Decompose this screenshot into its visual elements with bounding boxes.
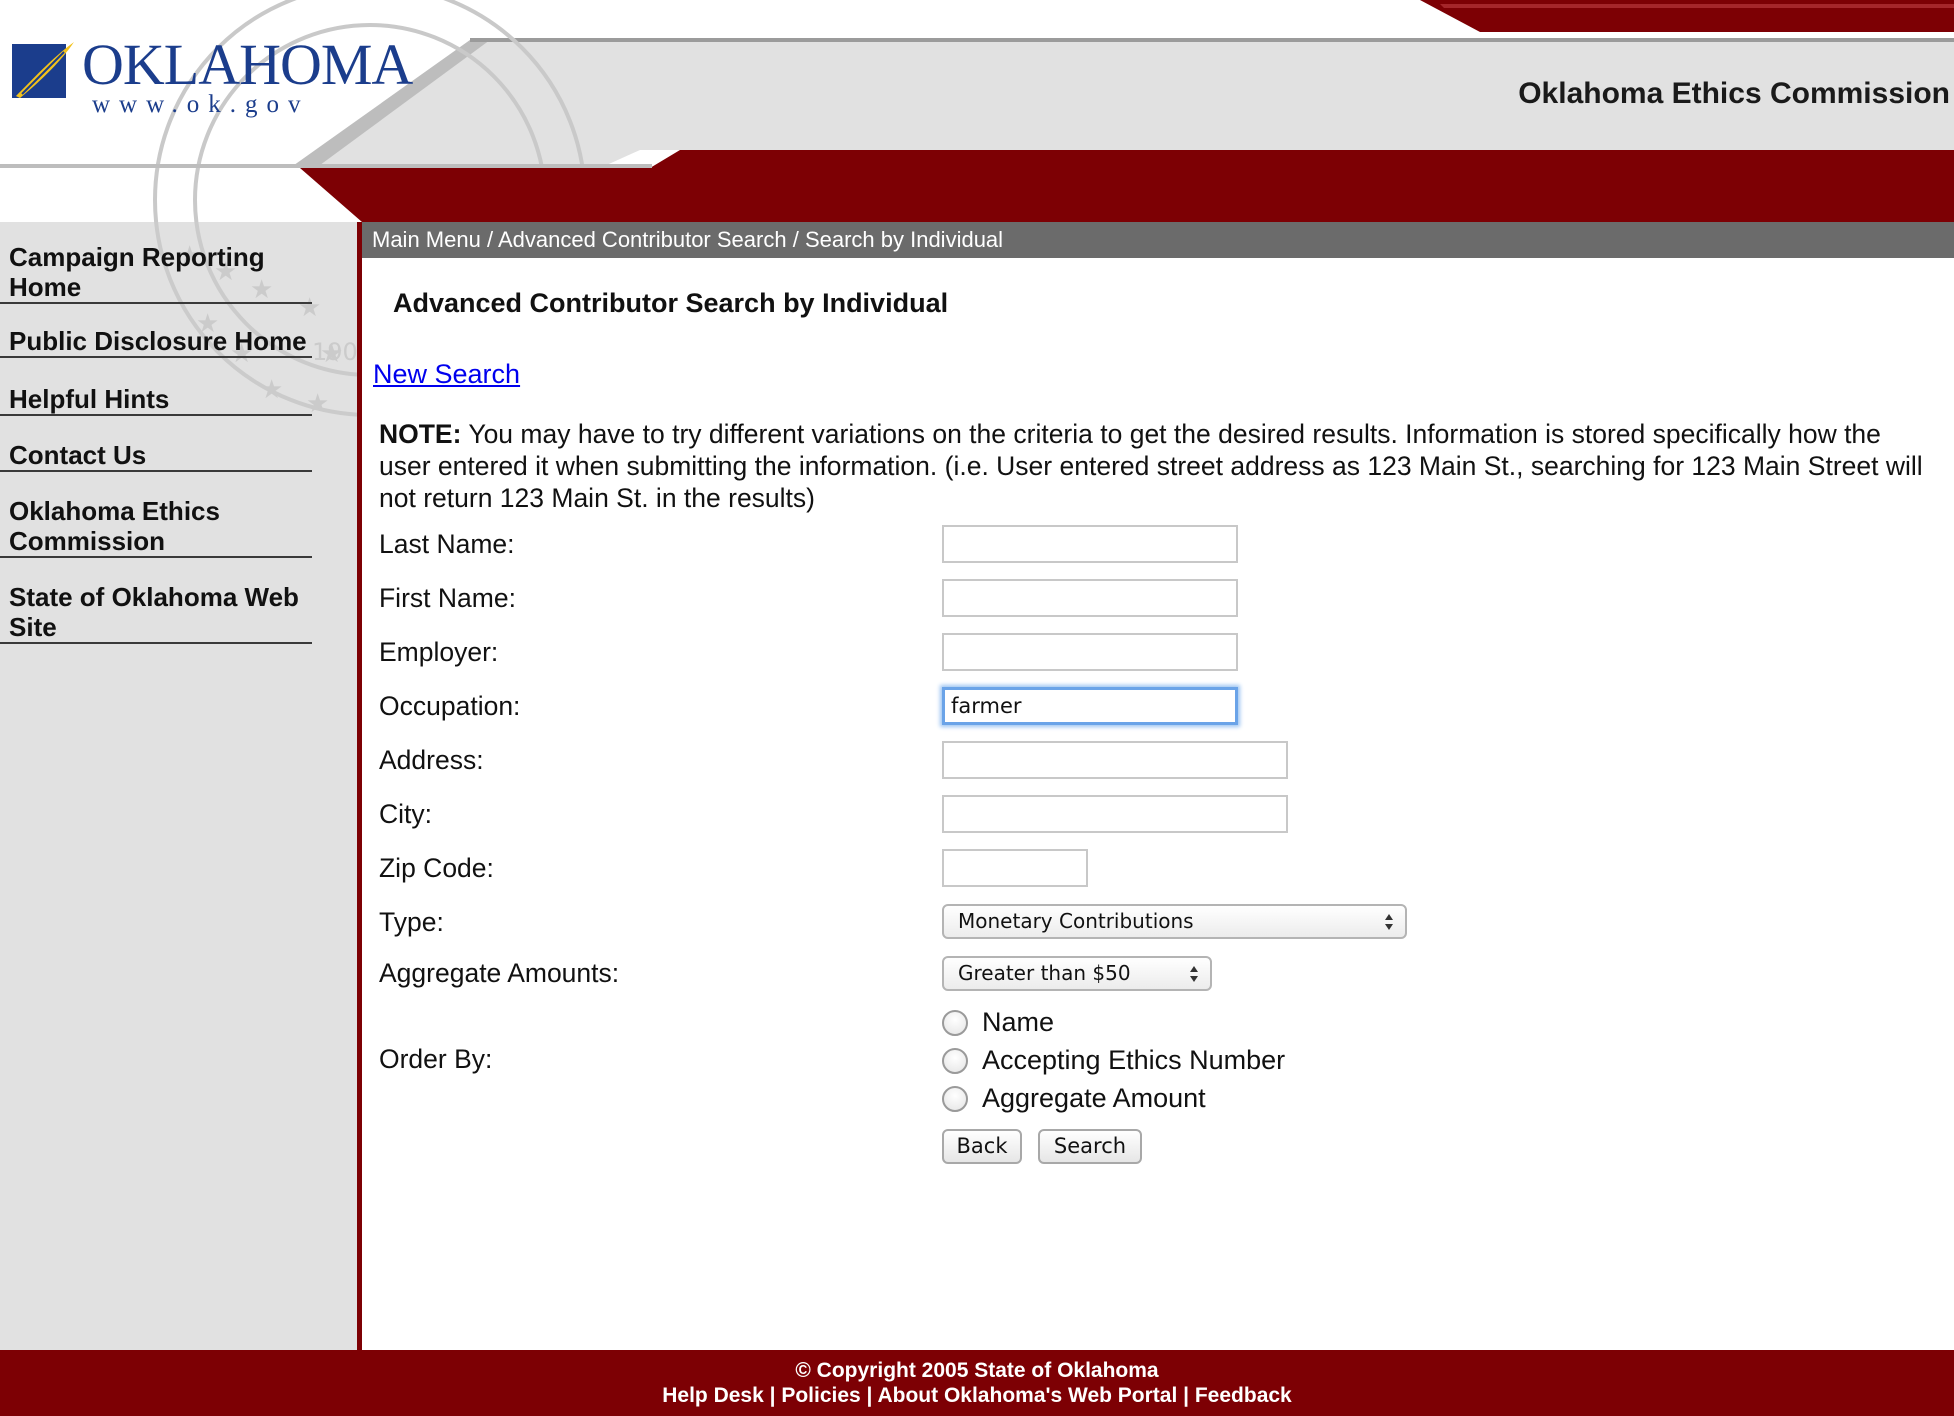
footer-separator: | [763,1384,782,1407]
note-label: NOTE: [379,419,462,449]
new-search-link[interactable]: New Search [373,359,520,390]
site-header: OKLAHOMA www.ok.gov Oklahoma Ethics Comm… [0,0,1954,222]
last-name-label: Last Name: [379,529,515,559]
radio-button-icon[interactable] [942,1048,968,1074]
radio-button-icon[interactable] [942,1010,968,1036]
search-button[interactable]: Search [1038,1129,1142,1164]
radio-button-icon[interactable] [942,1086,968,1112]
sidebar-item-contact-us[interactable]: Contact Us [0,436,312,472]
logo-wordmark: OKLAHOMA [82,32,413,97]
note-text: You may have to try different variations… [379,419,1923,513]
aggregate-amounts-select[interactable]: Greater than $50 [942,956,1212,991]
type-label: Type: [379,907,444,937]
city-label: City: [379,799,432,829]
svg-text:190: 190 [312,338,357,366]
occupation-label: Occupation: [379,691,521,721]
select-arrows-icon [1190,966,1198,982]
first-name-label: First Name: [379,583,516,613]
order-by-accepting-ethics-number-radio[interactable]: Accepting Ethics Number [942,1044,1342,1076]
first-name-field[interactable] [942,579,1238,617]
site-title: Oklahoma Ethics Commission [1518,77,1950,110]
last-name-field[interactable] [942,525,1238,563]
aggregate-amounts-label: Aggregate Amounts: [379,958,620,988]
type-select[interactable]: Monetary Contributions [942,904,1407,939]
type-select-value: Monetary Contributions [958,909,1194,933]
radio-label: Accepting Ethics Number [982,1045,1286,1075]
sidebar: ★ ★ ★ ★ ★ ★ ★ ★ ★ 190 Campaign Reporting… [0,222,357,1350]
city-field[interactable] [942,795,1288,833]
breadcrumb-main-menu[interactable]: Main Menu [372,227,481,252]
breadcrumb-separator: / [786,227,805,252]
footer-link-help-desk[interactable]: Help Desk [662,1384,764,1407]
breadcrumb-advanced-contributor-search[interactable]: Advanced Contributor Search [498,227,787,252]
aggregate-select-value: Greater than $50 [958,961,1131,985]
breadcrumb-current: Search by Individual [804,227,1004,252]
breadcrumb: Main Menu / Advanced Contributor Search … [362,222,1954,258]
select-arrows-icon [1385,914,1393,930]
oklahoma-logo[interactable]: OKLAHOMA www.ok.gov [12,34,413,118]
footer-separator: | [860,1384,878,1407]
search-note: NOTE: You may have to try different vari… [379,418,1939,514]
sidebar-item-campaign-reporting-home[interactable]: Campaign Reporting Home [0,240,312,304]
radio-label: Name [982,1007,1055,1037]
footer-separator: | [1177,1384,1195,1407]
site-footer: © Copyright 2005 State of Oklahoma Help … [0,1350,1954,1416]
copyright-text: © Copyright 2005 State of Oklahoma [795,1359,1159,1382]
employer-field[interactable] [942,633,1238,671]
order-by-label: Order By: [379,1044,493,1074]
feather-logo-icon [12,42,74,98]
footer-link-about-web-portal[interactable]: About Oklahoma's Web Portal [877,1384,1177,1407]
breadcrumb-separator: / [480,227,498,252]
sidebar-item-public-disclosure-home[interactable]: Public Disclosure Home [0,324,312,358]
page-title: Advanced Contributor Search by Individua… [393,288,949,318]
back-button[interactable]: Back [942,1129,1022,1164]
sidebar-item-oklahoma-ethics-commission[interactable]: Oklahoma Ethics Commission [0,492,312,558]
radio-label: Aggregate Amount [982,1083,1206,1113]
logo-url: www.ok.gov [92,91,310,118]
footer-links: Help Desk | Policies | About Oklahoma's … [0,1383,1954,1408]
order-by-name-radio[interactable]: Name [942,1006,1142,1038]
employer-label: Employer: [379,637,499,667]
zip-code-label: Zip Code: [379,853,494,883]
sidebar-item-state-of-oklahoma-web-site[interactable]: State of Oklahoma Web Site [0,578,312,644]
sidebar-divider [357,222,362,1350]
footer-link-policies[interactable]: Policies [781,1384,860,1407]
page: OKLAHOMA www.ok.gov Oklahoma Ethics Comm… [0,0,1954,1416]
occupation-field[interactable] [942,687,1238,725]
address-field[interactable] [942,741,1288,779]
zip-code-field[interactable] [942,849,1088,887]
address-label: Address: [379,745,484,775]
sidebar-item-helpful-hints[interactable]: Helpful Hints [0,380,312,416]
order-by-aggregate-amount-radio[interactable]: Aggregate Amount [942,1082,1262,1114]
footer-link-feedback[interactable]: Feedback [1195,1384,1292,1407]
